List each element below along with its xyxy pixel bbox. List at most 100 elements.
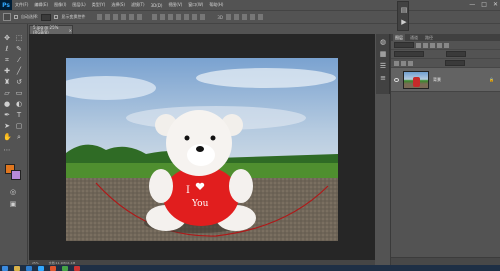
3d-roll-icon[interactable] — [233, 14, 239, 20]
close-window-button[interactable]: ✕ — [493, 1, 498, 8]
healing-brush-tool-icon[interactable]: ✚ — [3, 67, 11, 75]
brush-tool-icon[interactable]: ╱ — [15, 67, 23, 75]
align-top-icon[interactable] — [97, 14, 103, 20]
quick-mask-icon[interactable]: ◎ — [9, 188, 17, 196]
more-tools-icon[interactable]: ⋯ — [3, 146, 11, 154]
menu-edit[interactable]: 编辑(E) — [31, 2, 51, 8]
layer-row-background[interactable]: 背景 🔒 — [391, 68, 500, 92]
zoom-level[interactable]: 25% — [32, 261, 39, 265]
start-icon[interactable] — [2, 265, 8, 271]
3d-mode-label: 3D — [217, 14, 223, 20]
lasso-tool-icon[interactable]: ℓ — [3, 45, 11, 53]
align-left-icon[interactable] — [121, 14, 127, 20]
eyedropper-tool-icon[interactable]: ⁄ — [15, 56, 23, 64]
auto-align-icon[interactable] — [200, 14, 206, 20]
align-vcenter-icon[interactable] — [105, 14, 111, 20]
distribute-right-icon[interactable] — [192, 14, 198, 20]
opacity-field[interactable] — [446, 51, 466, 57]
move-tool-preset-icon[interactable] — [3, 13, 11, 21]
app-icon-2[interactable] — [62, 265, 68, 271]
3d-slide-icon[interactable] — [249, 14, 255, 20]
menu-file[interactable]: 文件(F) — [12, 2, 31, 8]
zoom-tool-icon[interactable]: ⌕ — [15, 133, 23, 141]
filter-shape-icon[interactable] — [437, 42, 442, 48]
menu-filter[interactable]: 滤镜(T) — [128, 2, 148, 8]
shape-tool-icon[interactable]: ▢ — [15, 122, 23, 130]
app-icon-1[interactable] — [50, 265, 56, 271]
collapsed-panel-top[interactable]: ▤ ▶ — [397, 1, 409, 31]
eye-visibility-icon[interactable] — [394, 77, 399, 82]
lock-position-icon[interactable] — [401, 60, 406, 66]
align-hcenter-icon[interactable] — [129, 14, 135, 20]
history-icon[interactable]: ▤ — [400, 6, 408, 14]
3d-rotate-icon[interactable] — [225, 14, 231, 20]
tab-paths[interactable]: 路径 — [423, 34, 435, 41]
explorer-icon[interactable] — [14, 265, 20, 271]
blend-mode-dropdown[interactable] — [394, 51, 424, 57]
menu-window[interactable]: 窗口(W) — [185, 2, 206, 8]
filter-adjust-icon[interactable] — [423, 42, 428, 48]
filter-type-icon[interactable] — [430, 42, 435, 48]
lock-pixels-icon[interactable] — [394, 60, 399, 66]
ie-icon[interactable] — [26, 265, 32, 271]
menu-3d[interactable]: 3D(D) — [148, 3, 166, 8]
3d-scale-icon[interactable] — [257, 14, 263, 20]
menu-image[interactable]: 图像(I) — [51, 2, 69, 8]
crop-tool-icon[interactable]: ⌗ — [3, 56, 11, 64]
menu-view[interactable]: 视图(V) — [165, 2, 185, 8]
lock-all-icon[interactable] — [408, 60, 413, 66]
3d-pan-icon[interactable] — [241, 14, 247, 20]
type-tool-icon[interactable]: T — [15, 111, 23, 119]
minimize-button[interactable]: — — [469, 1, 475, 8]
distribute-hcenter-icon[interactable] — [184, 14, 190, 20]
color-panel-icon[interactable]: ◍ — [379, 38, 387, 46]
eraser-tool-icon[interactable]: ▱ — [3, 89, 11, 97]
layer-name[interactable]: 背景 — [433, 77, 441, 83]
screen-mode-icon[interactable]: ▣ — [9, 200, 17, 208]
marquee-tool-icon[interactable]: ⬚ — [15, 34, 23, 42]
move-tool-icon[interactable]: ✥ — [3, 34, 11, 42]
menu-help[interactable]: 帮助(H) — [206, 2, 226, 8]
pen-tool-icon[interactable]: ✒ — [3, 111, 11, 119]
clone-stamp-tool-icon[interactable]: ♜ — [3, 78, 11, 86]
hand-tool-icon[interactable]: ✋ — [3, 133, 12, 141]
fill-field[interactable] — [445, 60, 465, 66]
menu-select[interactable]: 选择(S) — [108, 2, 128, 8]
document-info[interactable]: 文档:11.1M/11.1M — [49, 261, 76, 265]
distribute-vcenter-icon[interactable] — [160, 14, 166, 20]
filter-pixel-icon[interactable] — [416, 42, 421, 48]
tab-channels[interactable]: 通道 — [408, 34, 420, 41]
dodge-tool-icon[interactable]: ◐ — [15, 100, 23, 108]
quick-select-tool-icon[interactable]: ✎ — [15, 45, 23, 53]
play-icon[interactable]: ▶ — [400, 18, 408, 26]
menu-layer[interactable]: 图层(L) — [69, 2, 88, 8]
blur-tool-icon[interactable]: ● — [3, 100, 11, 108]
auto-select-dropdown[interactable] — [41, 13, 52, 21]
align-right-icon[interactable] — [137, 14, 143, 20]
background-color-swatch[interactable] — [11, 170, 21, 180]
distribute-left-icon[interactable] — [176, 14, 182, 20]
filter-smart-icon[interactable] — [444, 42, 449, 48]
layer-kind-dropdown[interactable] — [394, 42, 414, 48]
distribute-bottom-icon[interactable] — [168, 14, 174, 20]
photoshop-taskbar-icon[interactable] — [38, 265, 44, 271]
path-select-tool-icon[interactable]: ➤ — [3, 122, 11, 130]
history-brush-tool-icon[interactable]: ↺ — [15, 78, 23, 86]
show-transform-checkbox[interactable] — [54, 15, 59, 19]
document-tab[interactable]: 5.jpg @ 25%(RGB/8) × — [29, 25, 73, 35]
document-canvas-image[interactable]: I You — [66, 58, 338, 241]
align-bottom-icon[interactable] — [113, 14, 119, 20]
layer-thumbnail — [403, 70, 429, 89]
gradient-tool-icon[interactable]: ▭ — [15, 89, 23, 97]
collapsed-panel-strip: ◍ ▦ ☰ ≡ — [376, 34, 390, 94]
adjustments-icon[interactable]: ▦ — [379, 50, 387, 58]
close-document-icon[interactable]: × — [69, 28, 72, 33]
styles-icon[interactable]: ☰ — [379, 62, 387, 70]
app-icon-3[interactable] — [74, 265, 80, 271]
auto-select-checkbox[interactable] — [14, 15, 18, 19]
menu-type[interactable]: 类型(Y) — [89, 2, 109, 8]
maximize-button[interactable]: □ — [481, 1, 487, 8]
properties-icon[interactable]: ≡ — [379, 74, 387, 82]
distribute-top-icon[interactable] — [152, 14, 158, 20]
tab-layers[interactable]: 图层 — [393, 34, 405, 41]
